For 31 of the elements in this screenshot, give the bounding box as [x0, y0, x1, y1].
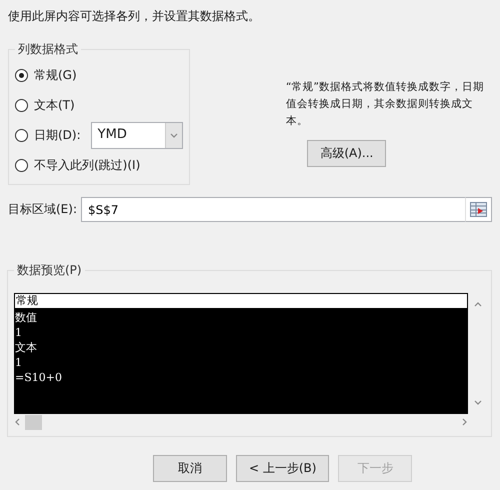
advanced-button[interactable]: 高级(A)...: [307, 140, 386, 167]
wizard-button[interactable]: 取消: [153, 455, 227, 482]
scroll-up-icon[interactable]: [474, 301, 482, 309]
range-picker-icon[interactable]: [465, 197, 492, 222]
preview-cell-text: 1: [15, 325, 23, 340]
instruction-text: 使用此屏内容可选择各列，并设置其数据格式。: [8, 8, 261, 25]
preview-cell-text: 数值: [15, 310, 38, 325]
preview-title: 数据预览(P): [16, 262, 83, 279]
radio-label: 常规(G): [34, 66, 77, 84]
destination-field[interactable]: $S$7: [81, 197, 465, 222]
preview-cell-text: 文本: [15, 340, 38, 355]
destination-label: 目标区域(E):: [8, 201, 77, 218]
radio-label: 不导入此列(跳过)(I): [34, 156, 140, 174]
column-header[interactable]: 常规: [14, 293, 468, 309]
scroll-down-icon[interactable]: [474, 398, 482, 406]
radio-button[interactable]: [15, 98, 28, 112]
radio-button[interactable]: [15, 68, 28, 82]
radio-button[interactable]: [15, 158, 28, 172]
radio-label: 文本(T): [34, 96, 75, 114]
scroll-left-icon[interactable]: [14, 418, 22, 426]
date-format-dropdown[interactable]: YMD: [90, 122, 183, 148]
radio-button[interactable]: [15, 128, 28, 142]
description-text: “常规”数据格式将数值转换成数字，日期值会转换成日期，其余数据则转换成文本。: [286, 80, 485, 129]
scroll-right-icon[interactable]: [460, 418, 468, 426]
radio-label: 日期(D):: [34, 126, 81, 144]
scroll-thumb[interactable]: [25, 414, 42, 430]
preview-cell-text: 1: [15, 355, 23, 370]
group-title: 列数据格式: [17, 41, 79, 58]
preview-cell-text: =S10+0: [15, 370, 63, 385]
wizard-button[interactable]: < 上一步(B): [236, 455, 330, 482]
chevron-down-icon[interactable]: [170, 131, 178, 139]
